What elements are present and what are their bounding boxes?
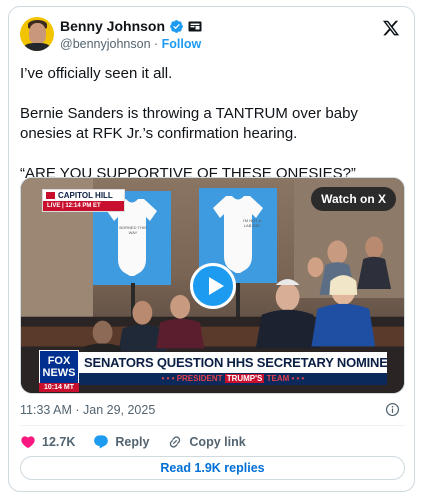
info-icon[interactable] [385,402,400,417]
location-label: CAPITOL HILL [58,191,113,200]
play-button[interactable] [190,263,236,309]
author-handle[interactable]: @bennyjohnson [60,37,151,51]
location-bug: CAPITOL HILL LIVE | 12:14 PM ET [42,189,125,212]
heart-icon [21,436,35,449]
link-icon [170,436,181,448]
verified-badge-icon [170,19,183,33]
copy-link-button[interactable]: Copy link [167,434,246,450]
network-time: 10:14 MT [39,383,79,392]
reply-bubble-icon [94,435,109,449]
divider [20,425,405,426]
chyron-subline-suffix: TEAM • • • [264,374,305,383]
video-player[interactable]: BORNED THIS WAY I'M NOT A LAB RAT CAPITO… [20,177,405,394]
network-logo: FOX NEWS [39,350,79,384]
read-replies-button[interactable]: Read 1.9K replies [20,456,405,480]
tweet-timestamp[interactable]: 11:33 AM · Jan 29, 2025 [20,403,155,417]
x-logo-icon[interactable] [382,19,400,37]
tweet-paragraph-2: Bernie Sanders is throwing a TANTRUM ove… [20,105,358,142]
watch-on-x-button[interactable]: Watch on X [311,187,396,211]
network-logo-line1: FOX [47,355,71,367]
author-handle-row: @bennyjohnson · Follow [60,37,201,51]
chyron-headline: SENATORS QUESTION HHS SECRETARY NOMINEE … [79,352,387,373]
flag-icon [46,192,55,199]
tweet-card: Benny Johnson @bennyjohnson · Follow I’v… [8,6,415,492]
reply-button[interactable]: Reply [93,434,149,450]
follow-button[interactable]: Follow [162,37,202,51]
reply-label: Reply [115,435,150,449]
live-label: LIVE | 12:14 PM ET [43,201,124,211]
play-icon [209,277,224,295]
author-name[interactable]: Benny Johnson [60,18,165,34]
author-avatar[interactable] [20,17,54,51]
author-name-row: Benny Johnson [60,18,202,34]
chyron-subline-prefix: • • • PRESIDENT [161,374,225,383]
like-button[interactable]: 12.7K [20,434,75,450]
network-logo-line2: NEWS [42,367,76,379]
handle-separator: · [150,37,162,51]
chyron-subline: • • • PRESIDENT TRUMP'S TEAM • • • [79,373,387,385]
copy-link-label: Copy link [189,435,246,449]
like-count: 12.7K [42,435,76,449]
tweet-paragraph-1: I’ve officially seen it all. [20,65,173,82]
affiliate-badge-icon [188,21,202,31]
chyron-subline-name: TRUMP'S [224,374,265,383]
action-bar: 12.7K Reply Copy link [20,432,264,452]
tweet-text: I’ve officially seen it all. Bernie Sand… [20,64,405,184]
